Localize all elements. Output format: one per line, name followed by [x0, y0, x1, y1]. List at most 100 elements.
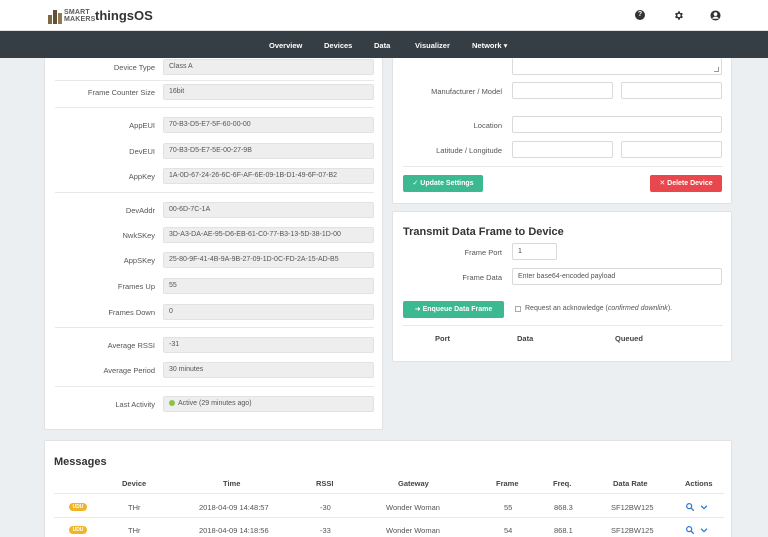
divider: [55, 192, 374, 193]
field-value: 70-B3-D5-E7-5E-00-27-9B: [163, 143, 374, 159]
search-icon[interactable]: [685, 502, 695, 512]
divider: [55, 386, 374, 387]
logo-line2: MAKERS: [64, 16, 96, 23]
field-label: Frames Up: [117, 282, 155, 291]
delete-device-button[interactable]: ✕ Delete Device: [650, 175, 722, 192]
field-label: Frame Counter Size: [87, 88, 155, 97]
nav-devices[interactable]: Devices: [324, 41, 352, 50]
field-label: DevAddr: [125, 206, 155, 215]
queue-col-data: Data: [517, 334, 534, 343]
top-bar: SMART MAKERS thingsOS ?: [0, 0, 768, 31]
divider: [55, 80, 374, 81]
transmit-panel: Transmit Data Frame to Device Frame Port…: [392, 211, 732, 362]
cell-time: 2018-04-09 14:48:57: [199, 503, 269, 512]
field-last-activity: Last Activity Active (29 minutes ago): [45, 396, 384, 412]
col-frame: Frame: [496, 479, 519, 488]
user-icon[interactable]: [709, 9, 721, 21]
divider: [403, 325, 723, 326]
acknowledge-checkbox[interactable]: [515, 306, 521, 312]
field-label: AppKey: [128, 172, 155, 181]
field-appkey: AppKey 1A-0D-67-24-26-6C-6F-AF-6E-09-1B-…: [45, 168, 384, 184]
update-settings-button[interactable]: ✓ Update Settings: [403, 175, 483, 192]
device-details-panel: Device Type Class A Frame Counter Size 1…: [44, 58, 383, 430]
field-value: 1A-0D-67-24-26-6C-6F-AF-6E-09-1B-D1-49-6…: [163, 168, 374, 184]
messages-title: Messages: [54, 456, 107, 468]
longitude-input[interactable]: [621, 141, 722, 158]
field-deveui: DevEUI 70-B3-D5-E7-5E-00-27-9B: [45, 143, 384, 159]
field-appskey: AppSKey 25-80-9F-41-4B-9A-9B-27-09-1D-0C…: [45, 252, 384, 268]
divider: [55, 107, 374, 108]
field-appeui: AppEUI 70-B3-D5-E7-5F-60-00-00: [45, 117, 384, 133]
smartmakers-logo[interactable]: SMART MAKERS: [48, 7, 96, 25]
field-value: -31: [163, 337, 374, 353]
device-settings-panel: Manufacturer / Model Location Latitude /…: [392, 58, 732, 204]
col-gateway: Gateway: [398, 479, 429, 488]
frame-port-label: Frame Port: [464, 248, 502, 257]
chevron-down-icon[interactable]: [699, 525, 709, 535]
col-freq: Freq.: [553, 479, 572, 488]
table-row[interactable]: UDU THr 2018-04-09 14:18:56 -33 Wonder W…: [45, 518, 733, 537]
cell-gateway: Wonder Woman: [386, 503, 440, 512]
cell-data-rate: SF12BW125: [611, 526, 654, 535]
cell-frame: 55: [504, 503, 513, 512]
nav-network-dropdown[interactable]: Network ▾: [472, 41, 507, 50]
resize-handle-icon[interactable]: [714, 67, 719, 72]
cell-freq: 868.3: [554, 503, 573, 512]
field-average-period: Average Period 30 minutes: [45, 362, 384, 378]
col-device: Device: [122, 479, 147, 488]
cell-data-rate: SF12BW125: [611, 503, 654, 512]
field-label: DevEUI: [129, 147, 155, 156]
cell-frame: 54: [504, 526, 513, 535]
nav-visualizer[interactable]: Visualizer: [415, 41, 450, 50]
uplink-badge: UDU: [69, 503, 87, 511]
gear-icon[interactable]: [672, 9, 684, 21]
acknowledge-label: Request an acknowledge (confirmed downli…: [525, 305, 673, 312]
cell-device: THr: [128, 503, 141, 512]
location-label: Location: [473, 121, 502, 130]
app-name[interactable]: thingsOS: [95, 8, 153, 23]
divider: [403, 166, 723, 167]
latitude-input[interactable]: [512, 141, 613, 158]
col-actions: Actions: [685, 479, 713, 488]
nav-data[interactable]: Data: [374, 41, 390, 50]
field-frames-up: Frames Up 55: [45, 278, 384, 294]
field-value: 70-B3-D5-E7-5F-60-00-00: [163, 117, 374, 133]
enqueue-data-frame-button[interactable]: ➜ Enqueue Data Frame: [403, 301, 504, 318]
main-nav: Overview Devices Data Visualizer Network…: [0, 31, 768, 58]
field-value: 55: [163, 278, 374, 294]
description-textarea[interactable]: [512, 58, 722, 75]
chevron-down-icon[interactable]: [699, 502, 709, 512]
latlng-label: Latitude / Longitude: [436, 146, 502, 155]
help-icon[interactable]: ?: [634, 9, 646, 21]
field-devaddr: DevAddr 00-6D-7C-1A: [45, 202, 384, 218]
frame-data-input[interactable]: Enter base64-encoded payload: [512, 268, 722, 285]
cell-rssi: -30: [320, 503, 331, 512]
last-activity-text: Active (29 minutes ago): [178, 400, 252, 407]
logo-bars-icon: [48, 9, 62, 24]
field-value: 25-80-9F-41-4B-9A-9B-27-09-1D-0C-FD-2A-1…: [163, 252, 374, 268]
field-label: Frames Down: [108, 308, 155, 317]
col-data-rate: Data Rate: [613, 479, 648, 488]
cell-time: 2018-04-09 14:18:56: [199, 526, 269, 535]
field-value: 30 minutes: [163, 362, 374, 378]
divider: [55, 327, 374, 328]
field-label: AppSKey: [123, 256, 155, 265]
field-average-rssi: Average RSSI -31: [45, 337, 384, 353]
frame-data-label: Frame Data: [462, 273, 502, 282]
model-input[interactable]: [621, 82, 722, 99]
nav-overview[interactable]: Overview: [269, 41, 302, 50]
manufacturer-input[interactable]: [512, 82, 613, 99]
field-value: 3D-A3-DA-AE-95-D6-EB-61-C0-77-B3-13-5D-3…: [163, 227, 374, 243]
field-nwkskey: NwkSKey 3D-A3-DA-AE-95-D6-EB-61-C0-77-B3…: [45, 227, 384, 243]
field-value: 0: [163, 304, 374, 320]
status-value: Active (29 minutes ago): [163, 396, 374, 412]
table-row[interactable]: UDU THr 2018-04-09 14:48:57 -30 Wonder W…: [45, 495, 733, 518]
manufacturer-label: Manufacturer / Model: [431, 87, 502, 96]
transmit-title: Transmit Data Frame to Device: [403, 226, 564, 238]
location-input[interactable]: [512, 116, 722, 133]
field-label: AppEUI: [129, 121, 155, 130]
frame-port-input[interactable]: 1: [512, 243, 557, 260]
cell-rssi: -33: [320, 526, 331, 535]
logo-line1: SMART: [64, 9, 90, 16]
search-icon[interactable]: [685, 525, 695, 535]
